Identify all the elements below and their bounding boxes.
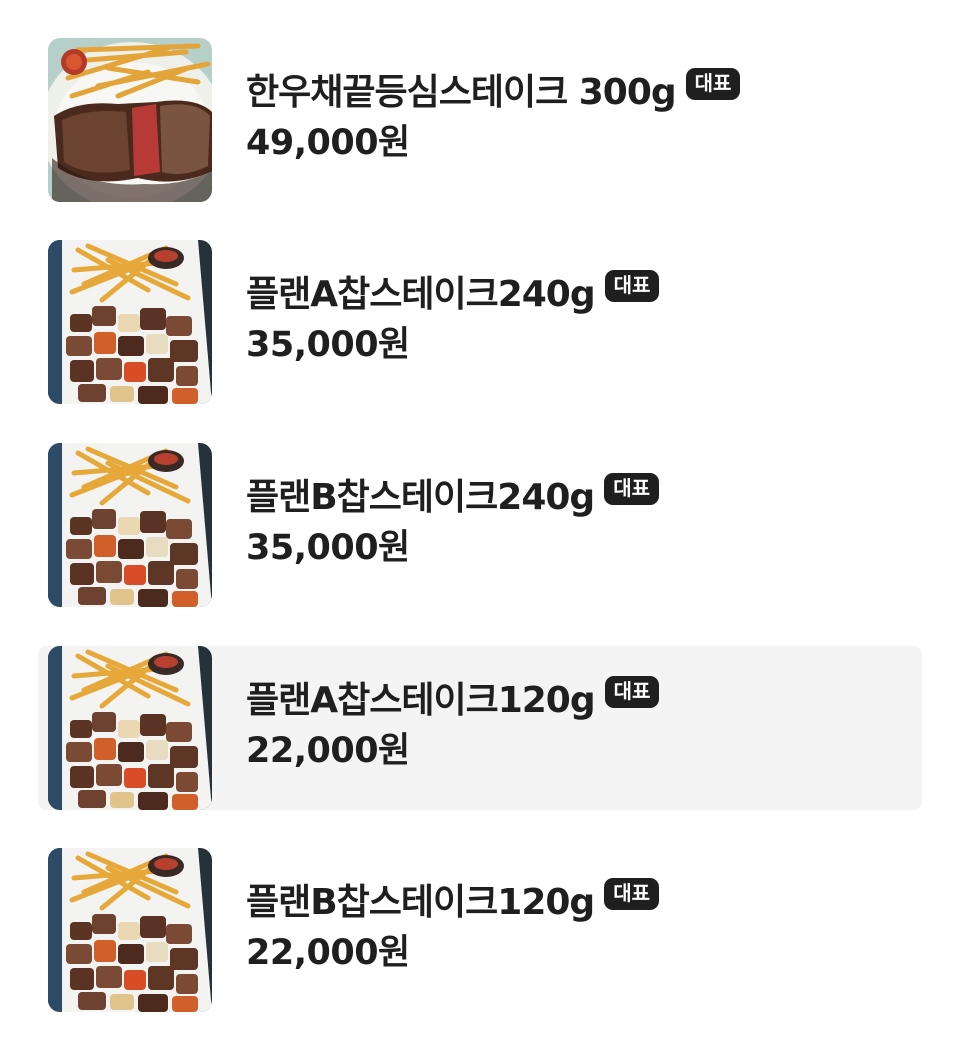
chop-steak-photo — [48, 646, 212, 810]
signature-badge: 대표 — [685, 68, 741, 100]
menu-item-name: 플랜B찹스테이크240g — [246, 477, 595, 518]
menu-item[interactable]: 플랜A찹스테이크240g 대표 35,000원 — [38, 240, 922, 404]
chop-steak-photo — [48, 240, 212, 404]
steak-with-fries-photo — [48, 38, 212, 202]
menu-item[interactable]: 플랜B찹스테이크120g 대표 22,000원 — [38, 848, 922, 1012]
menu-item-price: 22,000원 — [246, 933, 410, 973]
signature-badge: 대표 — [604, 878, 660, 910]
menu-item-info: 한우채끝등심스테이크 300g 대표 49,000원 — [246, 60, 741, 168]
menu-item[interactable]: 한우채끝등심스테이크 300g 대표 49,000원 — [38, 38, 922, 202]
menu-item-info: 플랜A찹스테이크120g 대표 22,000원 — [246, 668, 660, 776]
menu-item-price: 49,000원 — [246, 123, 410, 163]
menu-item-name: 플랜A찹스테이크120g — [246, 680, 596, 721]
menu-item-price: 22,000원 — [246, 731, 410, 771]
menu-list: 한우채끝등심스테이크 300g 대표 49,000원 플랜A찹스테이크240g … — [0, 0, 966, 1037]
menu-item-name-row: 플랜A찹스테이크240g 대표 — [246, 262, 660, 320]
menu-item-info: 플랜B찹스테이크240g 대표 35,000원 — [246, 465, 660, 573]
menu-item[interactable]: 플랜B찹스테이크240g 대표 35,000원 — [38, 443, 922, 607]
menu-item[interactable]: 플랜A찹스테이크120g 대표 22,000원 — [38, 646, 922, 810]
menu-item-name: 플랜A찹스테이크240g — [246, 274, 596, 315]
menu-item-name-row: 플랜A찹스테이크120g 대표 — [246, 668, 660, 726]
menu-item-price: 35,000원 — [246, 325, 410, 365]
menu-item-name-row: 한우채끝등심스테이크 300g 대표 — [246, 60, 741, 118]
menu-item-name: 플랜B찹스테이크120g — [246, 882, 595, 923]
chop-steak-photo — [48, 443, 212, 607]
signature-badge: 대표 — [604, 473, 660, 505]
menu-item-name-row: 플랜B찹스테이크120g 대표 — [246, 870, 660, 928]
signature-badge: 대표 — [604, 676, 660, 708]
chop-steak-photo — [48, 848, 212, 1012]
menu-item-info: 플랜B찹스테이크120g 대표 22,000원 — [246, 870, 660, 978]
menu-item-info: 플랜A찹스테이크240g 대표 35,000원 — [246, 262, 660, 370]
menu-item-name: 한우채끝등심스테이크 300g — [246, 72, 677, 113]
signature-badge: 대표 — [604, 270, 660, 302]
menu-item-name-row: 플랜B찹스테이크240g 대표 — [246, 465, 660, 523]
menu-item-price: 35,000원 — [246, 528, 410, 568]
